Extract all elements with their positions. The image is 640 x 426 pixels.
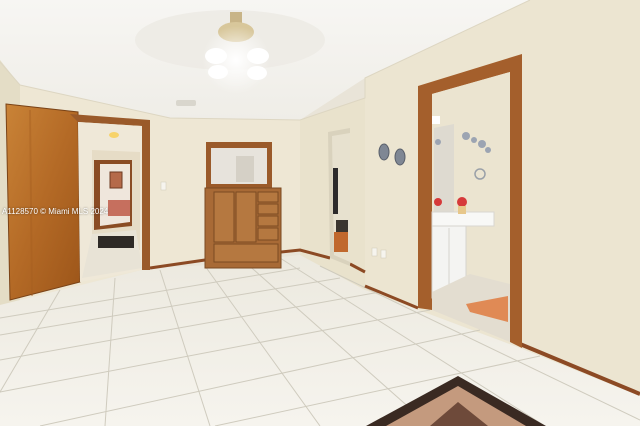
left-door[interactable] xyxy=(5,103,81,301)
bathroom-vanity-light xyxy=(432,116,440,124)
hallway-light xyxy=(109,132,119,138)
decorative-plate xyxy=(394,148,406,166)
mirror xyxy=(206,142,272,188)
smoke-detector xyxy=(176,100,196,106)
decorative-plate xyxy=(378,143,390,161)
dresser-drawer[interactable] xyxy=(257,191,279,203)
fan-light-bulb xyxy=(247,48,269,64)
far-bedroom-picture xyxy=(109,171,123,189)
vanity-vase xyxy=(458,206,466,214)
vanity-flowers xyxy=(457,197,467,207)
mirror-reflection-door xyxy=(236,156,254,182)
wall-outlet xyxy=(371,247,378,257)
far-bedroom-bed xyxy=(108,200,130,216)
dresser-drawer[interactable] xyxy=(257,215,279,227)
fan-light-bulb xyxy=(205,48,227,64)
dresser xyxy=(204,187,282,269)
dresser-door-left[interactable] xyxy=(213,191,235,243)
closet-clothes xyxy=(333,168,338,214)
mls-watermark: A1128570 © Miami MLS 2024 xyxy=(2,207,109,216)
bathroom-vanity-top xyxy=(431,211,495,227)
fan-light-bulb xyxy=(247,66,267,80)
dresser-drawer[interactable] xyxy=(257,227,279,241)
hallway-rug xyxy=(98,236,134,248)
closet-box xyxy=(334,232,348,252)
dresser-door-right[interactable] xyxy=(235,191,257,243)
dresser-bottom-drawer[interactable] xyxy=(213,243,279,263)
dresser-drawer[interactable] xyxy=(257,203,279,215)
closet-bag xyxy=(336,220,348,232)
vanity-flowers xyxy=(434,198,442,206)
wall-outlet xyxy=(380,249,387,259)
fan-light-bulb xyxy=(208,65,228,79)
light-switch[interactable] xyxy=(160,181,167,191)
